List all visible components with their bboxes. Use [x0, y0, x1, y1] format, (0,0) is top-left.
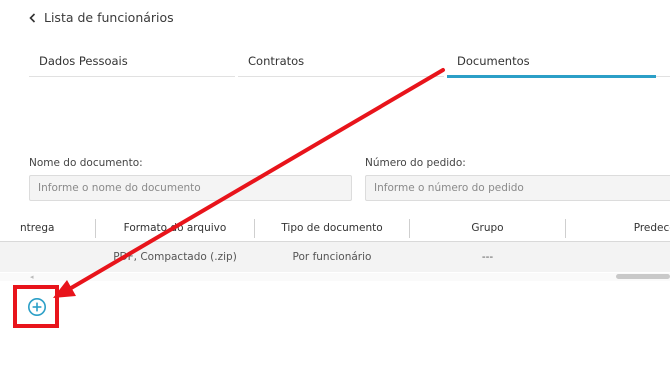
- cell-formato: PDF, Compactado (.zip): [113, 251, 237, 263]
- cell-entrega: [0, 242, 95, 272]
- tab-dados-pessoais[interactable]: Dados Pessoais: [39, 54, 128, 76]
- back-link-label: Lista de funcionários: [44, 10, 174, 25]
- document-name-label: Nome do documento:: [29, 157, 143, 169]
- tab-bar: Dados Pessoais Contratos Documentos: [29, 54, 670, 78]
- column-header-predecessor[interactable]: Predecessor(e: [566, 216, 670, 241]
- tab-active-indicator: [447, 75, 656, 78]
- back-link[interactable]: Lista de funcionários: [29, 10, 174, 25]
- cell-grupo: ---: [481, 251, 494, 263]
- annotation-highlight-box: [13, 285, 59, 328]
- scrollbar-thumb[interactable]: [616, 274, 670, 279]
- documents-table: ntrega Formato do arquivo Tipo de docume…: [0, 216, 670, 281]
- document-name-input[interactable]: [29, 175, 352, 201]
- column-header-entrega[interactable]: ntrega: [0, 216, 95, 241]
- scroll-left-icon[interactable]: ◂: [30, 273, 34, 281]
- tab-documentos[interactable]: Documentos: [457, 54, 530, 76]
- table-row[interactable]: PDF, Compactado (.zip) Por funcionário -…: [0, 242, 670, 272]
- tab-underline: [238, 76, 444, 77]
- order-number-input[interactable]: [365, 175, 670, 201]
- chevron-left-icon: [29, 12, 36, 23]
- column-header-formato[interactable]: Formato do arquivo: [96, 216, 254, 241]
- column-header-grupo[interactable]: Grupo: [410, 216, 565, 241]
- tab-contratos[interactable]: Contratos: [248, 54, 304, 76]
- table-header: ntrega Formato do arquivo Tipo de docume…: [0, 216, 670, 242]
- column-header-tipo[interactable]: Tipo de documento: [255, 216, 409, 241]
- cell-tipo: Por funcionário: [292, 251, 372, 263]
- tab-underline: [29, 76, 235, 77]
- cell-predecessor: ---: [566, 242, 670, 272]
- order-number-label: Número do pedido:: [365, 157, 466, 169]
- horizontal-scrollbar[interactable]: ◂: [0, 273, 670, 281]
- tab-underline: [656, 76, 670, 77]
